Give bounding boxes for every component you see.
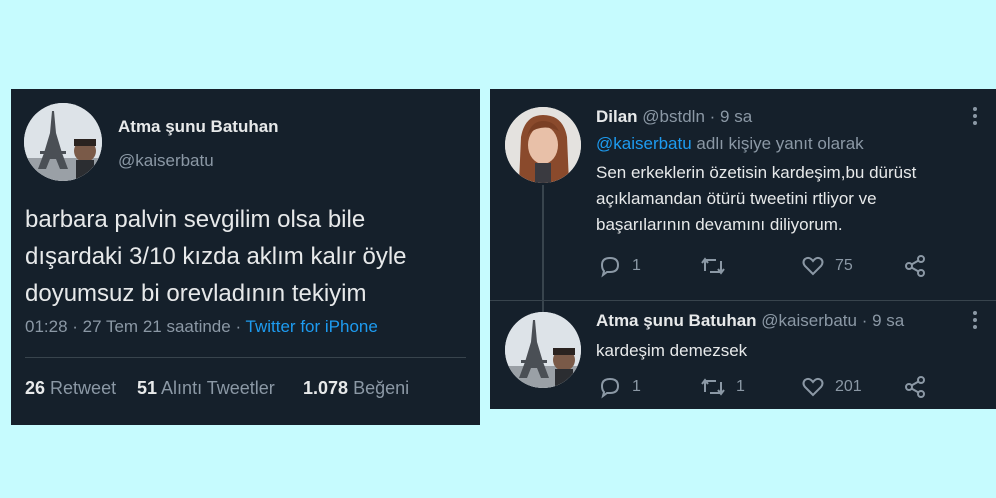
avatar-image: [24, 103, 102, 181]
display-name[interactable]: Dilan: [596, 107, 638, 126]
reply-meta[interactable]: @bstdln · 9 sa: [642, 107, 752, 126]
tweet-text-line: doyumsuz bi orevladının tekiyim: [25, 280, 367, 307]
reply-icon: [600, 377, 620, 399]
reply-header: Dilan @bstdln · 9 sa: [596, 107, 752, 127]
thread-line: [542, 185, 544, 313]
avatar[interactable]: [505, 312, 581, 388]
retweet-icon: [701, 378, 725, 396]
reply-text: kardeşim demezsek: [596, 338, 747, 364]
reply-icon: [600, 256, 620, 278]
share-icon: [905, 376, 925, 398]
quote-tweets-stat[interactable]: 51 Alıntı Tweetler: [137, 378, 275, 399]
more-icon[interactable]: [973, 311, 977, 329]
reply-text-line: kardeşim demezsek: [596, 341, 748, 360]
reply-header: Atma şunu Batuhan @kaiserbatu · 9 sa: [596, 311, 904, 331]
quote-label: Alıntı Tweetler: [161, 378, 275, 398]
tweet-time[interactable]: 01:28 · 27 Tem 21 saatinde ·: [25, 317, 246, 336]
tweet-text: barbara palvin sevgilim olsa bile dışard…: [25, 201, 407, 312]
like-icon: [802, 377, 824, 397]
like-count: 75: [835, 257, 853, 274]
reply-text: Sen erkeklerin özetisin kardeşim,bu dürü…: [596, 160, 916, 238]
display-name[interactable]: Atma şunu Batuhan: [118, 117, 279, 137]
divider: [490, 300, 996, 301]
quote-count: 51: [137, 378, 158, 398]
reply-text-line: Sen erkeklerin özetisin kardeşim,bu dürü…: [596, 163, 917, 182]
display-name[interactable]: Atma şunu Batuhan: [596, 311, 757, 330]
retweet-count: 26: [25, 378, 46, 398]
reply-count: 1: [632, 378, 641, 395]
tweet-text-line: dışardaki 3/10 kızda aklım kalır öyle: [25, 243, 407, 270]
retweet-button[interactable]: [700, 254, 736, 278]
reply-context: @kaiserbatu adlı kişiye yanıt olarak: [596, 134, 864, 154]
share-button[interactable]: [903, 375, 927, 399]
likes-stat[interactable]: 1.078 Beğeni: [303, 378, 409, 399]
like-count: 201: [835, 378, 862, 395]
reply-text-line: başarılarının devamını diliyorum.: [596, 215, 843, 234]
reply-button[interactable]: 1: [598, 254, 641, 278]
retweet-icon: [701, 257, 725, 275]
like-button[interactable]: 201: [801, 375, 862, 399]
handle[interactable]: @kaiserbatu: [118, 151, 214, 171]
avatar[interactable]: [24, 103, 102, 181]
retweet-count: 1: [736, 378, 745, 395]
retweet-label: Retweet: [50, 378, 117, 398]
like-button[interactable]: 75: [801, 254, 853, 278]
divider: [25, 357, 466, 358]
likes-label: Beğeni: [353, 378, 410, 398]
reply-to-label: adlı kişiye yanıt olarak: [691, 134, 864, 153]
tweet-text-line: barbara palvin sevgilim olsa bile: [25, 206, 366, 233]
more-icon[interactable]: [973, 107, 977, 125]
retweet-button[interactable]: 1: [700, 375, 745, 399]
share-icon: [905, 255, 925, 277]
avatar-image: [505, 107, 581, 183]
tweet-client[interactable]: Twitter for iPhone: [246, 317, 378, 336]
main-tweet-panel: Atma şunu Batuhan @kaiserbatu barbara pa…: [11, 89, 480, 425]
reply-button[interactable]: 1: [598, 375, 641, 399]
like-icon: [802, 256, 824, 276]
avatar[interactable]: [505, 107, 581, 183]
likes-count: 1.078: [303, 378, 349, 398]
share-button[interactable]: [903, 254, 927, 278]
reply-count: 1: [632, 257, 641, 274]
avatar-image: [505, 312, 581, 388]
reply-meta[interactable]: @kaiserbatu · 9 sa: [761, 311, 904, 330]
retweet-stat[interactable]: 26 Retweet: [25, 378, 116, 399]
reply-text-line: açıklamandan ötürü tweetini rtliyor ve: [596, 189, 877, 208]
reply-to-handle[interactable]: @kaiserbatu: [596, 134, 692, 153]
replies-panel: Dilan @bstdln · 9 sa @kaiserbatu adlı ki…: [490, 89, 996, 409]
tweet-timestamp-row: 01:28 · 27 Tem 21 saatinde · Twitter for…: [25, 317, 378, 337]
